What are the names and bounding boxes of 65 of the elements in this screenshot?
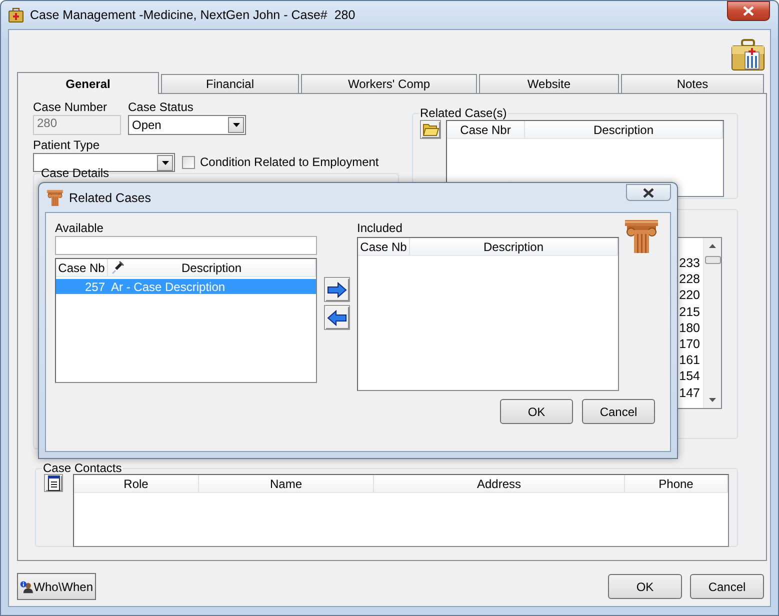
table-cell: 170 [679,336,700,351]
cancel-button[interactable]: Cancel [690,574,764,599]
column-header[interactable]: Description [181,260,242,274]
column-header[interactable]: Case Nb [360,240,407,254]
open-button[interactable] [420,120,441,139]
notepad-icon [46,475,60,491]
briefcase-icon [731,39,765,71]
field-label: Case Status [128,101,194,114]
close-icon [743,6,754,16]
tab[interactable]: Notes [621,74,764,93]
table-cell: 220 [679,288,700,302]
group-label: Related Case(s) [419,107,508,119]
who-when-button[interactable]: Who\When [17,573,96,600]
briefcase-icon [8,7,24,23]
close-icon [643,188,654,198]
left-arrow-icon [327,310,347,326]
table-cell: 233 [679,256,700,270]
field-label: Case Number [33,101,108,114]
column-icon [625,220,658,253]
table-cell: 257 [84,280,105,294]
tab[interactable]: Website [479,74,619,93]
folder-icon [422,123,438,136]
window-title: Case Management -Medicine, NextGen John - Case# 280 [30,8,356,22]
column-header[interactable]: Case Nbr [460,122,511,136]
cancel-button[interactable]: Cancel [582,399,655,424]
group-label: Case Details [40,167,110,179]
dialog-title: Related Cases [69,190,151,204]
column-icon [47,190,63,206]
scroll-thumb[interactable] [704,256,720,264]
column-header[interactable]: Description [593,122,654,136]
table-cell: 180 [679,320,700,335]
table-cell: 215 [679,304,700,319]
caret-icon [162,160,168,164]
close-button[interactable] [727,1,770,21]
checkbox-label: Condition Related to Employment [200,155,379,169]
caret-icon [232,123,240,127]
column-header[interactable]: Name [270,476,302,490]
add-button[interactable] [324,277,350,302]
flashlight-icon [111,260,125,274]
right-arrow-icon [327,282,347,298]
tab[interactable]: General [17,72,159,94]
group-label: Case Contacts [42,462,123,474]
dropdown[interactable]: Open [128,115,246,135]
table-cell: 228 [679,272,700,286]
field-label: Available [55,221,104,235]
remove-button[interactable] [324,305,350,330]
field-label: Included [357,221,404,235]
ok-button[interactable]: OK [500,399,573,424]
table-cell: 154 [679,369,700,384]
notes-button[interactable] [44,474,63,492]
column-header[interactable]: Phone [658,476,694,490]
field-label: Patient Type [33,139,100,152]
tab[interactable]: Financial [161,74,299,93]
table-cell: 161 [679,353,700,368]
close-button[interactable] [626,184,671,201]
table-cell: Ar - Case Description [111,280,226,294]
ok-button[interactable]: OK [608,574,682,599]
tab[interactable]: Workers' Comp [301,74,477,93]
checkbox[interactable] [182,156,195,168]
column-header[interactable]: Role [124,476,148,490]
column-header[interactable]: Address [476,476,522,490]
table-cell: 147 [679,386,700,400]
column-header[interactable]: Case Nb [58,260,105,274]
column-header[interactable]: Description [483,240,544,254]
search-field[interactable] [55,236,317,255]
